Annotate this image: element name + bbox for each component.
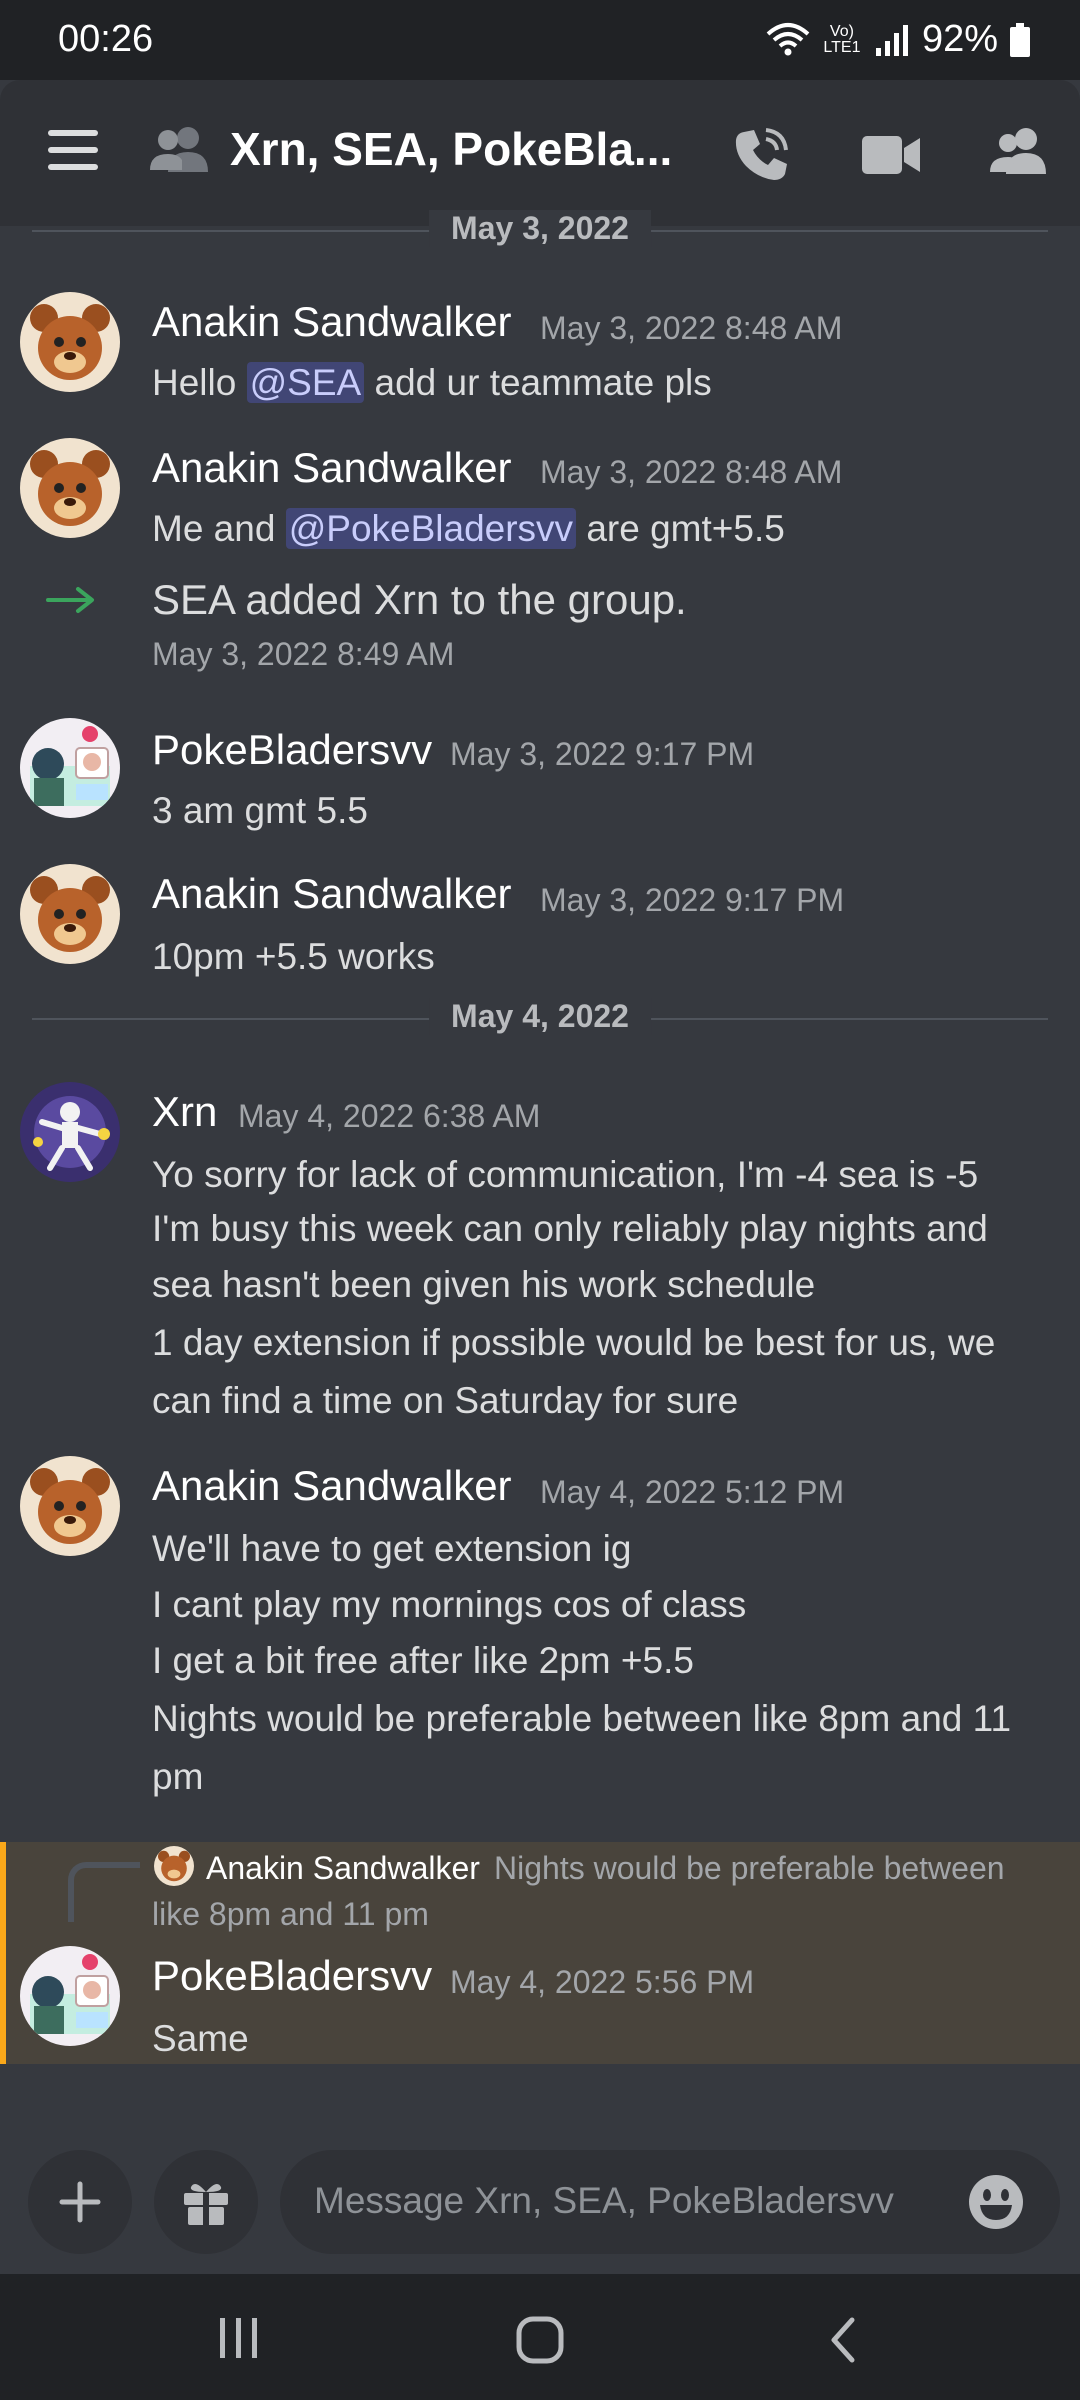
message-timestamp: May 3, 2022 8:49 AM [152,636,455,672]
message-content: Me and @PokeBladersvv are gmt+5.5 [152,508,785,549]
message-input[interactable]: Message Xrn, SEA, PokeBladersvv [280,2150,1060,2254]
message-content: sea hasn't been given his work schedule [152,1264,816,1305]
status-right: Vo) LTE1 92% [766,18,1030,61]
avatar[interactable] [20,1456,120,1556]
message-content: 3 am gmt 5.5 [152,790,368,831]
reply-connector [68,1862,140,1922]
message-timestamp: May 3, 2022 9:17 PM [450,736,755,772]
add-attachment-button[interactable] [28,2150,132,2254]
member-added-arrow-icon [46,587,94,613]
message-timestamp: May 4, 2022 5:56 PM [450,1964,755,2000]
message-author[interactable]: Anakin Sandwalker [152,870,512,918]
members-icon[interactable] [990,126,1048,176]
channel-header: Xrn, SEA, PokeBla... [0,80,1080,226]
avatar[interactable] [20,292,120,392]
date-divider: May 4, 2022 [32,998,1048,1038]
message-content: Hello @SEA add ur teammate pls [152,362,712,403]
back-icon[interactable] [826,2316,858,2364]
group-dm-icon [150,127,208,172]
message-content: 10pm +5.5 works [152,936,435,977]
reply-preview[interactable]: like 8pm and 11 pm [152,1896,429,1933]
message-content: I cant play my mornings cos of class [152,1584,747,1625]
avatar[interactable] [20,1946,120,2046]
message-content: Yo sorry for lack of communication, I'm … [152,1154,979,1195]
message-timestamp: May 3, 2022 8:48 AM [540,310,843,346]
message-content: We'll have to get extension ig [152,1528,632,1569]
wifi-icon [766,22,810,55]
message-timestamp: May 4, 2022 5:12 PM [540,1474,845,1510]
signal-icon [875,24,908,56]
message-content: Nights would be preferable between like … [152,1698,1012,1739]
battery-icon [1010,22,1030,57]
phone-call-icon[interactable] [732,126,790,184]
network-label: Vo) LTE1 [823,22,861,56]
user-mention[interactable]: @SEA [246,362,365,403]
message-timestamp: May 4, 2022 6:38 AM [238,1098,541,1134]
system-message: SEA added Xrn to the group. [152,576,687,623]
user-mention[interactable]: @PokeBladersvv [285,508,577,549]
status-time: 00:26 [58,18,154,60]
message-content: Same [152,2018,249,2059]
message-content: 1 day extension if possible would be bes… [152,1322,996,1363]
date-divider: May 3, 2022 [32,210,1048,250]
message-content: can find a time on Saturday for sure [152,1380,739,1421]
message-composer: Message Xrn, SEA, PokeBladersvv [0,2126,1080,2274]
channel-title[interactable]: Xrn, SEA, PokeBla... [230,122,680,176]
message-author[interactable]: PokeBladersvv [152,1952,432,2000]
message-author[interactable]: Anakin Sandwalker [152,1462,512,1510]
avatar[interactable] [20,718,120,818]
message-author[interactable]: Anakin Sandwalker [152,444,512,492]
reply-author[interactable]: Anakin Sandwalker [206,1850,480,1887]
message-author[interactable]: Anakin Sandwalker [152,298,512,346]
gift-icon [184,2183,228,2225]
message-input-placeholder: Message Xrn, SEA, PokeBladersvv [314,2180,894,2221]
hamburger-menu-icon[interactable] [48,130,98,170]
battery-percent: 92% [921,18,998,60]
plus-icon [59,2181,101,2223]
message-timestamp: May 3, 2022 8:48 AM [540,454,843,490]
home-icon[interactable] [516,2316,564,2364]
reply-avatar[interactable] [154,1846,194,1886]
message-author[interactable]: PokeBladersvv [152,726,432,774]
system-nav-bar [0,2274,1080,2400]
message-content: I'm busy this week can only reliably pla… [152,1208,988,1249]
mention-highlight-bar [0,1842,6,2064]
message-timestamp: May 3, 2022 9:17 PM [540,882,845,918]
reply-preview[interactable]: Nights would be preferable between [494,1850,1005,1887]
video-camera-icon[interactable] [862,134,920,176]
recent-apps-icon[interactable] [216,2316,262,2360]
message-content: pm [152,1756,204,1797]
avatar[interactable] [20,864,120,964]
avatar[interactable] [20,438,120,538]
avatar[interactable] [20,1082,120,1182]
gift-button[interactable] [154,2150,258,2254]
message-author[interactable]: Xrn [152,1088,217,1136]
message-content: I get a bit free after like 2pm +5.5 [152,1640,694,1681]
emoji-icon[interactable] [968,2174,1024,2230]
status-bar: 00:26 Vo) LTE1 92% [0,0,1080,80]
